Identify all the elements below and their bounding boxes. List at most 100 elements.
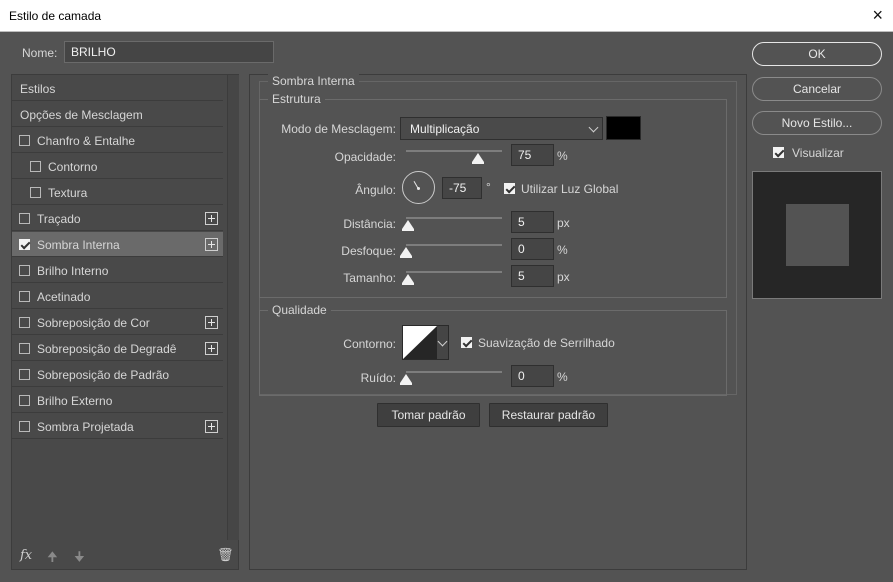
style-item[interactable]: Sobreposição de Degradê <box>12 336 223 361</box>
style-item[interactable]: Brilho Externo <box>12 388 223 413</box>
structure-title: Estrutura <box>268 92 325 106</box>
opacity-slider[interactable] <box>406 150 502 152</box>
blur-slider[interactable] <box>406 244 502 246</box>
blur-label: Desfoque: <box>341 244 396 258</box>
style-checkbox[interactable] <box>19 291 30 302</box>
fx-icon[interactable]: fx <box>20 548 32 563</box>
distance-field[interactable]: 5 <box>511 211 554 233</box>
size-slider[interactable] <box>406 271 502 273</box>
style-checkbox[interactable] <box>19 369 30 380</box>
contour-picker[interactable] <box>402 325 449 360</box>
cancel-button[interactable]: Cancelar <box>752 77 882 101</box>
angle-field[interactable]: -75 <box>442 177 482 199</box>
style-checkbox[interactable] <box>30 187 41 198</box>
style-item[interactable]: Traçado <box>12 206 223 231</box>
make-default-button[interactable]: Tomar padrão <box>377 403 480 427</box>
noise-slider[interactable] <box>406 371 502 373</box>
size-unit: px <box>557 270 570 284</box>
style-checkbox[interactable] <box>19 343 30 354</box>
blend-mode-select[interactable]: Multiplicação <box>400 117 603 140</box>
shadow-color-swatch[interactable] <box>606 116 641 140</box>
distance-label: Distância: <box>343 217 396 231</box>
blur-field[interactable]: 0 <box>511 238 554 260</box>
quality-title: Qualidade <box>268 303 331 317</box>
style-item[interactable]: Sombra Interna <box>12 232 223 257</box>
style-checkbox[interactable] <box>19 395 30 406</box>
opacity-label: Opacidade: <box>334 150 396 164</box>
add-style-icon[interactable] <box>205 238 218 251</box>
add-style-icon[interactable] <box>205 212 218 225</box>
size-slider-thumb[interactable] <box>401 274 414 285</box>
inner-shadow-title: Sombra Interna <box>268 74 359 88</box>
opacity-slider-thumb[interactable] <box>472 153 484 164</box>
opacity-unit: % <box>557 149 568 163</box>
distance-slider[interactable] <box>406 217 502 219</box>
ok-button[interactable]: OK <box>752 42 882 66</box>
style-item[interactable]: Contorno <box>12 154 223 179</box>
style-item-label: Sobreposição de Degradê <box>37 342 177 356</box>
add-style-icon[interactable] <box>205 342 218 355</box>
reset-default-button[interactable]: Restaurar padrão <box>489 403 608 427</box>
style-item-label: Sobreposição de Cor <box>37 316 150 330</box>
style-checkbox[interactable] <box>19 135 30 146</box>
style-preview <box>752 171 882 299</box>
noise-unit: % <box>557 370 568 384</box>
style-checkbox[interactable] <box>19 213 30 224</box>
noise-slider-thumb[interactable] <box>400 374 412 385</box>
style-checkbox[interactable] <box>19 317 30 328</box>
preview-checkbox[interactable] <box>773 147 784 158</box>
angle-center-dot <box>417 187 420 190</box>
style-item[interactable]: Brilho Interno <box>12 258 223 283</box>
style-item[interactable]: Estilos <box>12 76 223 101</box>
style-item[interactable]: Textura <box>12 180 223 205</box>
opacity-field[interactable]: 75 <box>511 144 554 166</box>
distance-unit: px <box>557 216 570 230</box>
move-down-icon[interactable]: 🠋 <box>74 548 85 570</box>
style-item[interactable]: Opções de Mesclagem <box>12 102 223 127</box>
style-checkbox[interactable] <box>19 239 30 250</box>
preview-square <box>786 204 849 266</box>
close-icon[interactable]: × <box>872 4 883 26</box>
style-item[interactable]: Chanfro & Entalhe <box>12 128 223 153</box>
angle-unit: ° <box>486 180 491 194</box>
add-style-icon[interactable] <box>205 316 218 329</box>
name-label: Nome: <box>22 46 58 60</box>
blend-mode-label: Modo de Mesclagem: <box>281 122 396 136</box>
style-item-label: Sobreposição de Padrão <box>37 368 170 382</box>
trash-icon[interactable]: 🗑 <box>217 547 234 563</box>
add-style-icon[interactable] <box>205 420 218 433</box>
antialias-label: Suavização de Serrilhado <box>478 336 615 350</box>
style-item-label: Sombra Projetada <box>37 420 134 434</box>
window-title: Estilo de camada <box>9 9 102 23</box>
new-style-button[interactable]: Novo Estilo... <box>752 111 882 135</box>
style-checkbox[interactable] <box>19 265 30 276</box>
global-light-checkbox[interactable] <box>504 183 515 194</box>
style-item[interactable]: Sobreposição de Cor <box>12 310 223 335</box>
blur-slider-thumb[interactable] <box>400 247 412 258</box>
title-bar: Estilo de camada × <box>0 0 893 32</box>
name-field[interactable]: BRILHO <box>64 41 274 63</box>
global-light-label: Utilizar Luz Global <box>521 182 619 196</box>
style-item-label: Brilho Interno <box>37 264 109 278</box>
contour-curve-icon <box>403 326 437 359</box>
contour-label: Contorno: <box>343 337 396 351</box>
style-item[interactable]: Sobreposição de Padrão <box>12 362 223 387</box>
style-item-label: Opções de Mesclagem <box>20 108 143 122</box>
styles-scrollbar[interactable] <box>227 75 239 540</box>
size-field[interactable]: 5 <box>511 265 554 287</box>
antialias-checkbox[interactable] <box>461 337 472 348</box>
distance-slider-thumb[interactable] <box>401 220 414 231</box>
chevron-down-icon <box>588 122 599 133</box>
style-item-label: Traçado <box>37 212 81 226</box>
style-item[interactable]: Sombra Projetada <box>12 414 223 439</box>
style-checkbox[interactable] <box>19 421 30 432</box>
style-item-label: Contorno <box>48 160 98 174</box>
size-label: Tamanho: <box>343 271 396 285</box>
style-item-label: Textura <box>48 186 88 200</box>
angle-dial[interactable] <box>402 171 435 204</box>
style-checkbox[interactable] <box>30 161 41 172</box>
move-up-icon[interactable]: 🠉 <box>47 548 58 570</box>
style-item[interactable]: Acetinado <box>12 284 223 309</box>
preview-label: Visualizar <box>792 146 844 160</box>
noise-field[interactable]: 0 <box>511 365 554 387</box>
